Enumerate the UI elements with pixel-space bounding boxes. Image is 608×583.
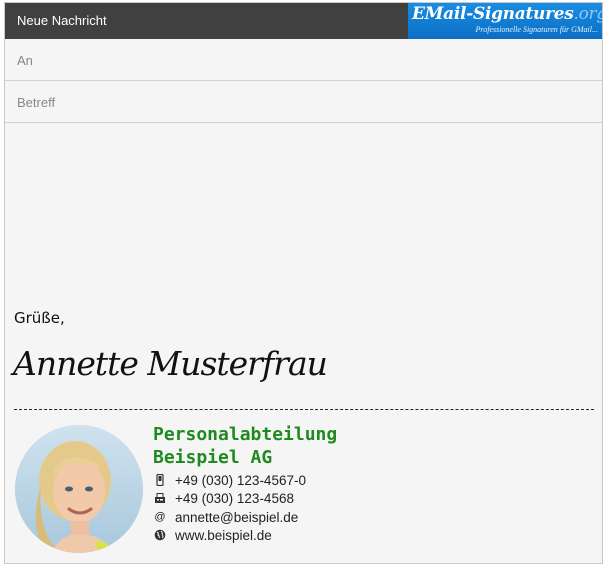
subject-input[interactable]: [15, 81, 594, 123]
at-sign-icon: @: [154, 511, 166, 523]
email-signatures-logo[interactable]: EMail-Signatures.org Professionelle Sign…: [408, 3, 602, 39]
contact-mobile: +49 (030) 123-4567-0: [153, 471, 306, 489]
contact-fax: +49 (030) 123-4568: [153, 489, 294, 507]
message-body[interactable]: Grüße, Annette Musterfrau Personalabteil…: [5, 124, 602, 563]
logo-tagline: Professionelle Signaturen für GMail...: [475, 25, 598, 34]
contact-website[interactable]: www.beispiel.de: [153, 526, 272, 544]
to-field-row: [5, 39, 602, 81]
globe-icon: [153, 528, 167, 542]
mobile-phone-icon: [153, 473, 167, 487]
window-title: Neue Nachricht: [17, 13, 107, 28]
portrait-image: [15, 425, 143, 553]
fax-icon: [153, 491, 167, 505]
to-input[interactable]: [15, 39, 594, 81]
signature-department: Personalabteilung: [153, 424, 338, 445]
subject-field-row: [5, 81, 602, 123]
contact-email-text[interactable]: annette@beispiel.de: [175, 510, 298, 525]
contact-website-text[interactable]: www.beispiel.de: [175, 528, 272, 543]
signature-company: Beispiel AG: [153, 447, 273, 468]
contact-mobile-text: +49 (030) 123-4567-0: [175, 472, 306, 488]
logo-tld-text: .org: [573, 4, 602, 24]
signature-divider: [14, 409, 594, 410]
compose-titlebar: Neue Nachricht EMail-Signatures.org Prof…: [5, 3, 602, 39]
contact-fax-text: +49 (030) 123-4568: [175, 490, 294, 506]
avatar: [15, 425, 143, 553]
logo-main-text: EMail-Signatures: [412, 4, 574, 24]
compose-window: Neue Nachricht EMail-Signatures.org Prof…: [4, 2, 603, 564]
contact-email[interactable]: @ annette@beispiel.de: [153, 508, 298, 526]
greeting-text: Grüße,: [14, 309, 65, 327]
handwritten-signature: Annette Musterfrau: [13, 344, 328, 383]
